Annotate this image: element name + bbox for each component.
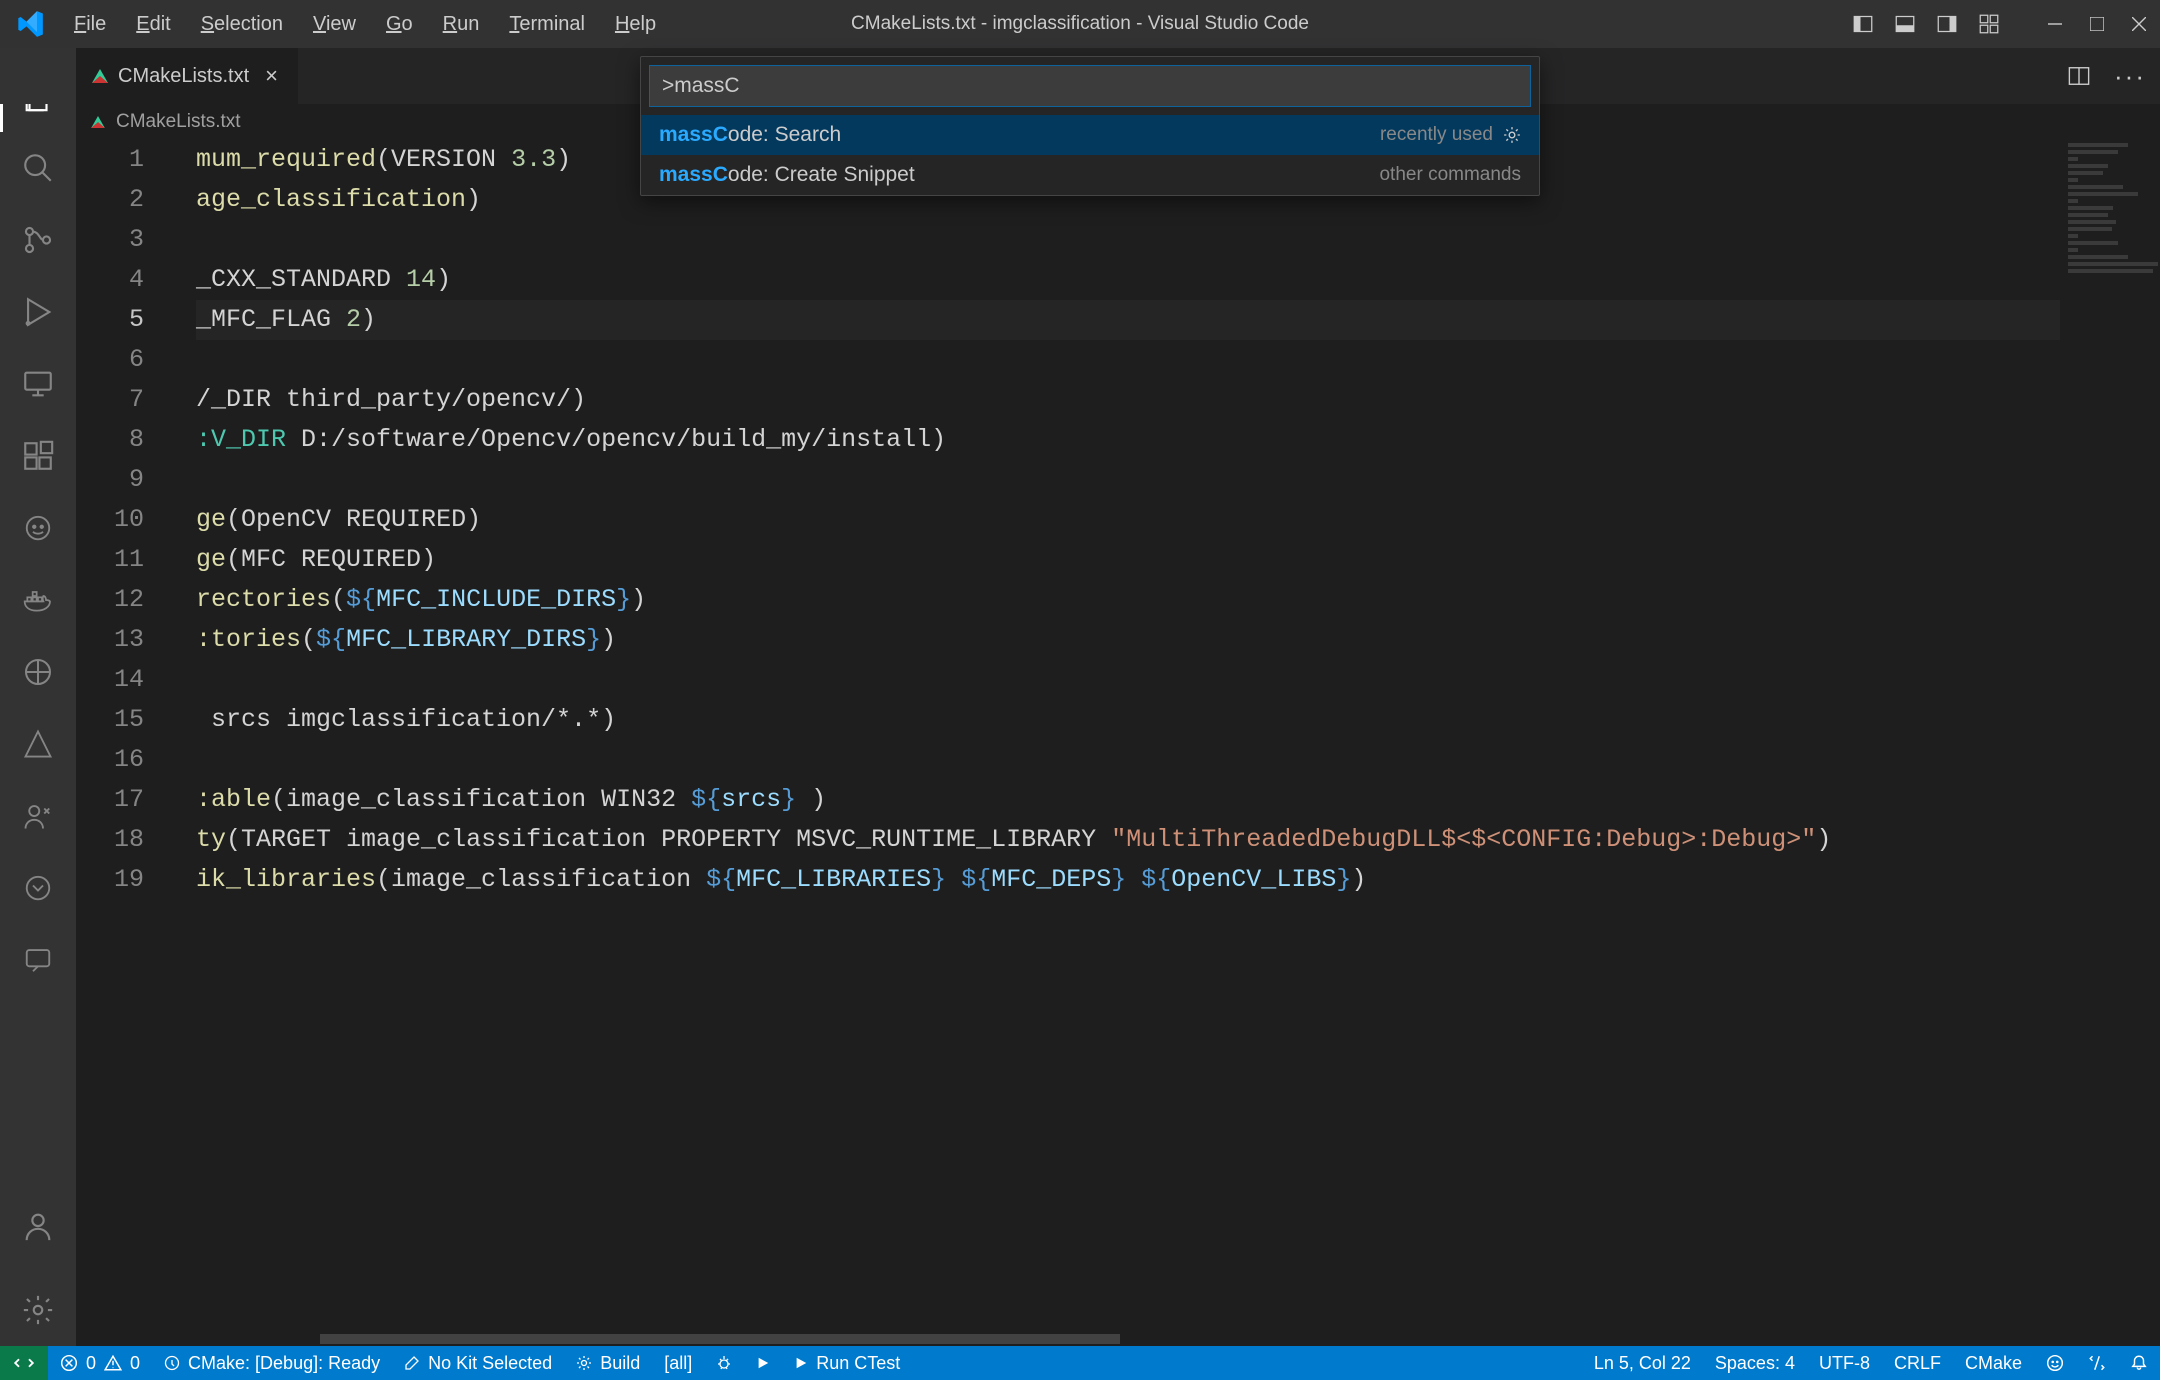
cmake-icon[interactable]	[0, 708, 76, 780]
window-title: CMakeLists.txt - imgclassification - Vis…	[851, 13, 1309, 35]
status-bar: 0 0 CMake: [Debug]: Ready No Kit Selecte…	[0, 1346, 2160, 1380]
remote-indicator[interactable]	[0, 1346, 48, 1380]
scrollbar-thumb[interactable]	[320, 1334, 1120, 1344]
title-bar: FileEditSelectionViewGoRunTerminalHelp C…	[0, 0, 2160, 48]
command-palette-list: massCode: Searchrecently usedmassCode: C…	[641, 115, 1539, 195]
settings-gear-icon[interactable]	[0, 1274, 76, 1346]
minimize-button[interactable]	[2034, 0, 2076, 48]
minimap[interactable]	[2060, 140, 2160, 340]
menu-bar: FileEditSelectionViewGoRunTerminalHelp	[60, 7, 670, 42]
gitlens-icon[interactable]	[0, 852, 76, 924]
status-launch[interactable]	[744, 1346, 782, 1380]
palette-item[interactable]: massCode: Create Snippetother commands	[641, 155, 1539, 195]
docker-icon[interactable]	[0, 564, 76, 636]
palette-item[interactable]: massCode: Searchrecently used	[641, 115, 1539, 155]
status-bell-icon[interactable]	[2118, 1346, 2160, 1380]
code-editor[interactable]: 12345678910111213141516171819 mum_requir…	[76, 140, 2160, 1346]
status-build[interactable]: Build	[564, 1346, 652, 1380]
maximize-button[interactable]	[2076, 0, 2118, 48]
search-icon[interactable]	[0, 132, 76, 204]
status-lncol[interactable]: Ln 5, Col 22	[1582, 1346, 1703, 1380]
menu-selection[interactable]: Selection	[187, 7, 297, 42]
live-share-icon[interactable]	[0, 636, 76, 708]
status-cmake[interactable]: CMake: [Debug]: Ready	[152, 1346, 392, 1380]
extensions-icon[interactable]	[0, 420, 76, 492]
tab-label: CMakeLists.txt	[118, 65, 249, 88]
layout-sidebar-right-icon[interactable]	[1926, 0, 1968, 48]
menu-edit[interactable]: Edit	[122, 7, 184, 42]
line-numbers: 12345678910111213141516171819	[76, 140, 172, 900]
status-problems[interactable]: 0 0	[48, 1346, 152, 1380]
remote-explorer-icon[interactable]	[0, 348, 76, 420]
code-content[interactable]: mum_required(VERSION 3.3)age_classificat…	[196, 140, 2060, 900]
menu-terminal[interactable]: Terminal	[495, 7, 599, 42]
vscode-logo-icon	[16, 10, 44, 38]
layout-panel-icon[interactable]	[1884, 0, 1926, 48]
horizontal-scrollbar[interactable]	[120, 1332, 2060, 1346]
layout-customize-icon[interactable]	[1968, 0, 2010, 48]
run-debug-icon[interactable]	[0, 276, 76, 348]
breadcrumb-label: CMakeLists.txt	[116, 111, 241, 133]
status-prettier-icon[interactable]	[2076, 1346, 2118, 1380]
tab-cmakelists[interactable]: CMakeLists.txt ×	[76, 48, 299, 104]
split-editor-icon[interactable]	[2068, 65, 2090, 87]
status-spaces[interactable]: Spaces: 4	[1703, 1346, 1807, 1380]
menu-help[interactable]: Help	[601, 7, 670, 42]
comments-icon[interactable]	[0, 924, 76, 996]
status-eol[interactable]: CRLF	[1882, 1346, 1953, 1380]
cmake-file-icon	[92, 69, 108, 83]
status-kit[interactable]: No Kit Selected	[392, 1346, 564, 1380]
cmake-file-icon	[91, 116, 105, 128]
status-debug-launch[interactable]	[704, 1346, 744, 1380]
copilot-icon[interactable]	[0, 492, 76, 564]
project-manager-icon[interactable]	[0, 780, 76, 852]
command-palette: massCode: Searchrecently usedmassCode: C…	[640, 56, 1540, 196]
menu-run[interactable]: Run	[429, 7, 494, 42]
status-target[interactable]: [all]	[652, 1346, 704, 1380]
menu-file[interactable]: File	[60, 7, 120, 42]
status-language[interactable]: CMake	[1953, 1346, 2034, 1380]
source-control-icon[interactable]	[0, 204, 76, 276]
layout-sidebar-left-icon[interactable]	[1842, 0, 1884, 48]
accounts-icon[interactable]	[0, 1190, 76, 1262]
status-encoding[interactable]: UTF-8	[1807, 1346, 1882, 1380]
status-feedback-icon[interactable]	[2034, 1346, 2076, 1380]
more-actions-icon[interactable]: ···	[2114, 61, 2146, 92]
tab-close-icon[interactable]: ×	[265, 63, 278, 89]
menu-view[interactable]: View	[299, 7, 370, 42]
command-palette-input[interactable]	[649, 65, 1531, 107]
activity-bar	[0, 48, 76, 1346]
menu-go[interactable]: Go	[372, 7, 427, 42]
status-run-ctest[interactable]: Run CTest	[782, 1346, 912, 1380]
close-button[interactable]	[2118, 0, 2160, 48]
